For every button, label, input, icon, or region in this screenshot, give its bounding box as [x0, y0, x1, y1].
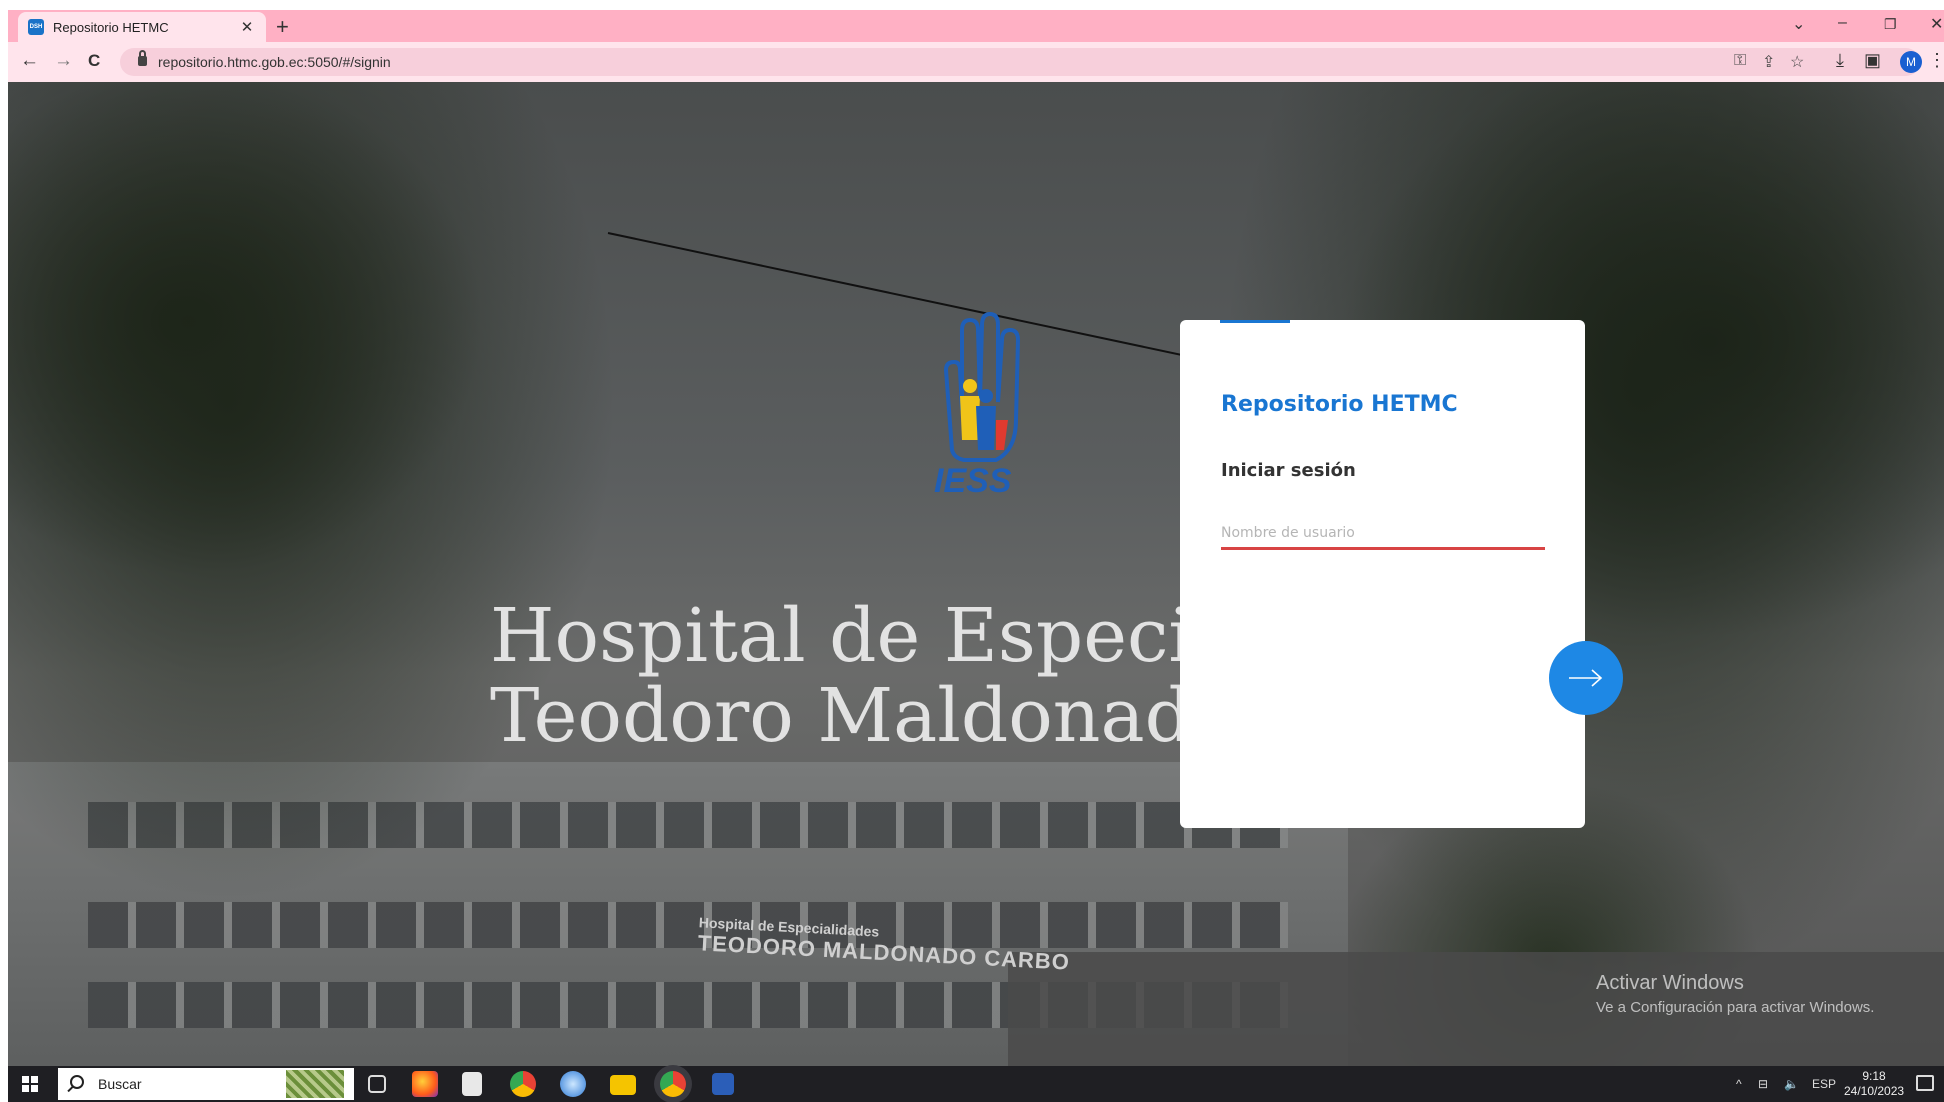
tab-search-chevron-icon[interactable]: ⌄: [1792, 14, 1805, 34]
site-favicon-icon: DSH: [28, 19, 44, 35]
login-card: Repositorio HETMC Iniciar sesión: [1180, 320, 1585, 828]
app-title: Repositorio HETMC: [1221, 392, 1458, 417]
tray-expand-icon[interactable]: ^: [1736, 1077, 1742, 1091]
chrome-icon[interactable]: [510, 1071, 536, 1097]
card-accent-bar: [1220, 320, 1290, 323]
calculator-icon[interactable]: [462, 1072, 482, 1096]
profile-avatar[interactable]: M: [1900, 51, 1922, 73]
tab-close-icon[interactable]: ✕: [238, 18, 256, 36]
url-text[interactable]: repositorio.htmc.gob.ec:5050/#/signin: [158, 54, 391, 70]
file-explorer-icon[interactable]: [610, 1075, 636, 1095]
browser-toolbar: ← → C repositorio.htmc.gob.ec:5050/#/sig…: [8, 42, 1944, 82]
network-icon[interactable]: ⊟: [1758, 1077, 1768, 1091]
address-bar[interactable]: repositorio.htmc.gob.ec:5050/#/signin ⚿ …: [120, 48, 1920, 76]
browser-menu-icon[interactable]: ⋮: [1928, 50, 1944, 71]
taskbar-clock[interactable]: 9:18 24/10/2023: [1844, 1069, 1904, 1099]
language-indicator[interactable]: ESP: [1812, 1077, 1836, 1091]
browser-tab-strip: DSH Repositorio HETMC ✕ + ⌄ – ❐ ✕: [8, 10, 1944, 42]
lock-icon[interactable]: [138, 50, 147, 66]
taskbar-search-label: Buscar: [98, 1076, 142, 1092]
iess-logo: IESS: [924, 300, 1034, 500]
tree-left: [8, 82, 648, 942]
browser-tab[interactable]: DSH Repositorio HETMC ✕: [18, 12, 266, 42]
firefox-icon[interactable]: [412, 1071, 438, 1097]
iess-logo-text: IESS: [934, 462, 1012, 500]
side-panel-icon[interactable]: ▣: [1864, 50, 1881, 71]
new-tab-button[interactable]: +: [276, 14, 289, 40]
signin-page-background: Hospital de Especialidades TEODORO MALDO…: [8, 82, 1944, 1066]
username-field[interactable]: [1221, 518, 1545, 550]
share-icon[interactable]: ⇪: [1762, 52, 1775, 72]
close-window-button[interactable]: ✕: [1930, 14, 1943, 34]
search-highlight-image: [286, 1070, 344, 1098]
task-view-icon[interactable]: [368, 1075, 386, 1093]
arrow-right-icon: [1569, 669, 1603, 687]
word-icon[interactable]: [712, 1073, 734, 1095]
download-icon[interactable]: ⤓: [1836, 50, 1844, 71]
back-button[interactable]: ←: [20, 50, 39, 72]
windows-activation-watermark: Activar Windows Ve a Configuración para …: [1596, 972, 1874, 1016]
windows-start-icon[interactable]: [22, 1076, 38, 1092]
activation-message: Ve a Configuración para activar Windows.: [1596, 999, 1875, 1016]
minimize-button[interactable]: –: [1838, 14, 1847, 32]
bookmark-star-icon[interactable]: ☆: [1790, 52, 1804, 72]
screen: DSH Repositorio HETMC ✕ + ⌄ – ❐ ✕ ← → C …: [0, 0, 1944, 1102]
search-icon: [70, 1075, 84, 1089]
signin-heading: Iniciar sesión: [1221, 460, 1356, 481]
clock-date: 24/10/2023: [1844, 1084, 1905, 1098]
chrome-profile-icon[interactable]: [660, 1071, 686, 1097]
password-key-icon[interactable]: ⚿: [1734, 52, 1746, 70]
notifications-icon[interactable]: [1916, 1075, 1934, 1091]
windows-taskbar: Buscar ^ ⊟ 🔈 ESP 9:18 24/10/2023: [8, 1066, 1944, 1102]
next-button[interactable]: [1549, 641, 1623, 715]
activation-title: Activar Windows: [1596, 972, 1744, 994]
reload-button[interactable]: C: [88, 51, 100, 71]
clock-time: 9:18: [1862, 1069, 1886, 1083]
tab-title: Repositorio HETMC: [53, 19, 169, 35]
forward-button[interactable]: →: [54, 50, 73, 72]
taskbar-search-box[interactable]: Buscar: [58, 1068, 354, 1100]
volume-icon[interactable]: 🔈: [1784, 1077, 1799, 1091]
restore-button[interactable]: ❐: [1884, 16, 1897, 33]
browser-icon[interactable]: [560, 1071, 586, 1097]
